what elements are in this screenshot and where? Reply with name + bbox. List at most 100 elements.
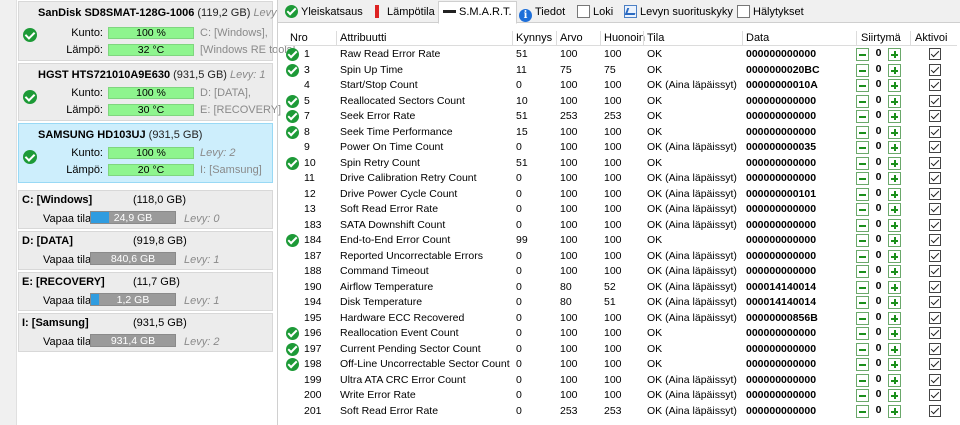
table-row[interactable]: 200 Write Error Rate 0 100 100 OK (Aina läpäi… — [284, 388, 957, 404]
activate-checkbox[interactable] — [929, 141, 941, 153]
plus-icon[interactable] — [888, 141, 901, 154]
activate-checkbox[interactable] — [929, 342, 941, 355]
table-row[interactable]: 198 Off-Line Uncorrectable Sector Count 0 1… — [284, 357, 957, 373]
plus-icon[interactable] — [888, 373, 901, 387]
table-row[interactable]: 196 Reallocation Event Count 0 100 100 OK 0000… — [284, 326, 957, 342]
minus-icon[interactable] — [856, 141, 869, 154]
table-row[interactable]: 3 Spin Up Time 11 75 75 OK 0000000020BC 0 — [284, 63, 957, 79]
table-row[interactable]: 12 Drive Power Cycle Count 0 100 100 OK (Aina… — [284, 187, 957, 203]
minus-icon[interactable] — [856, 218, 869, 232]
activate-checkbox[interactable] — [929, 249, 941, 262]
minus-icon[interactable] — [856, 311, 869, 325]
col-header-nro[interactable]: Nro — [290, 32, 308, 44]
partition-item-2[interactable]: E: [RECOVERY] (11,7 GB) Vapaa tila 1,2 G… — [18, 272, 273, 311]
table-row[interactable]: 13 Soft Read Error Rate 0 100 100 OK (Aina lä… — [284, 202, 957, 218]
minus-icon[interactable] — [856, 265, 869, 278]
table-row[interactable]: 184 End-to-End Error Count 99 100 100 OK 00000… — [284, 233, 957, 249]
col-header-attribute[interactable]: Attribuutti — [340, 32, 386, 44]
plus-icon[interactable] — [888, 48, 901, 61]
table-row[interactable]: 10 Spin Retry Count 51 100 100 OK 000000000000… — [284, 156, 957, 172]
table-row[interactable]: 5 Reallocated Sectors Count 10 100 100 OK 0000… — [284, 94, 957, 110]
minus-icon[interactable] — [856, 373, 869, 387]
activate-checkbox[interactable] — [929, 389, 941, 401]
partition-item-1[interactable]: D: [DATA] (919,8 GB) Vapaa tila 840,6 GB… — [18, 231, 273, 270]
tab-info[interactable]: i Tiedot — [514, 1, 570, 22]
activate-checkbox[interactable] — [929, 48, 941, 60]
table-row[interactable]: 11 Drive Calibration Retry Count 0 100 100 OK… — [284, 171, 957, 187]
minus-icon[interactable] — [856, 110, 869, 123]
partition-item-0[interactable]: C: [Windows] (118,0 GB) Vapaa tila 24,9 … — [18, 190, 273, 229]
table-row[interactable]: 187 Reported Uncorrectable Errors 0 100 100 O… — [284, 249, 957, 265]
table-row[interactable]: 8 Seek Time Performance 15 100 100 OK 00000000… — [284, 125, 957, 141]
activate-checkbox[interactable] — [929, 234, 941, 246]
plus-icon[interactable] — [888, 342, 901, 356]
activate-checkbox[interactable] — [929, 125, 941, 138]
activate-checkbox[interactable] — [929, 203, 941, 215]
activate-checkbox[interactable] — [929, 156, 941, 169]
activate-checkbox[interactable] — [929, 327, 941, 339]
plus-icon[interactable] — [888, 234, 901, 247]
plus-icon[interactable] — [888, 94, 901, 108]
plus-icon[interactable] — [888, 358, 901, 371]
plus-icon[interactable] — [888, 389, 901, 402]
plus-icon[interactable] — [888, 327, 901, 340]
minus-icon[interactable] — [856, 48, 869, 61]
plus-icon[interactable] — [888, 125, 901, 139]
minus-icon[interactable] — [856, 187, 869, 201]
col-header-status[interactable]: Tila — [647, 32, 664, 44]
plus-icon[interactable] — [888, 187, 901, 201]
activate-checkbox[interactable] — [929, 63, 941, 76]
table-row[interactable]: 7 Seek Error Rate 51 253 253 OK 000000000000 0 — [284, 109, 957, 125]
plus-icon[interactable] — [888, 79, 901, 92]
minus-icon[interactable] — [856, 156, 869, 170]
plus-icon[interactable] — [888, 156, 901, 170]
table-row[interactable]: 199 Ultra ATA CRC Error Count 0 100 100 OK (A… — [284, 373, 957, 389]
tab-alerts[interactable]: Hälytykset — [732, 1, 809, 22]
col-header-worst[interactable]: Huonoin — [604, 32, 645, 44]
table-row[interactable]: 201 Soft Read Error Rate 0 253 253 OK (Aina l… — [284, 404, 957, 420]
activate-checkbox[interactable] — [929, 358, 941, 370]
minus-icon[interactable] — [856, 389, 869, 402]
table-row[interactable]: 197 Current Pending Sector Count 0 100 100 OK… — [284, 342, 957, 358]
vertical-scrollbar[interactable] — [0, 0, 17, 425]
disk-item-0[interactable]: SanDisk SD8SMAT-128G-1006 (119,2 GB) Lev… — [18, 1, 295, 61]
minus-icon[interactable] — [856, 125, 869, 139]
minus-icon[interactable] — [856, 203, 869, 216]
activate-checkbox[interactable] — [929, 296, 941, 308]
table-row[interactable]: 190 Airflow Temperature 0 80 52 OK (Aina läpä… — [284, 280, 957, 296]
activate-checkbox[interactable] — [929, 172, 941, 184]
minus-icon[interactable] — [856, 327, 869, 340]
activate-checkbox[interactable] — [929, 94, 941, 107]
partition-item-3[interactable]: I: [Samsung] (931,5 GB) Vapaa tila 931,4… — [18, 313, 273, 352]
minus-icon[interactable] — [856, 280, 869, 294]
plus-icon[interactable] — [888, 63, 901, 77]
activate-checkbox[interactable] — [929, 218, 941, 231]
plus-icon[interactable] — [888, 296, 901, 309]
minus-icon[interactable] — [856, 249, 869, 263]
table-row[interactable]: 183 SATA Downshift Count 0 100 100 OK (Aina l… — [284, 218, 957, 234]
minus-icon[interactable] — [856, 234, 869, 247]
col-header-threshold[interactable]: Kynnys — [516, 32, 552, 44]
col-header-value[interactable]: Arvo — [560, 32, 583, 44]
activate-checkbox[interactable] — [929, 110, 941, 122]
plus-icon[interactable] — [888, 311, 901, 325]
col-header-data[interactable]: Data — [746, 32, 769, 44]
table-row[interactable]: 4 Start/Stop Count 0 100 100 OK (Aina läpäiss… — [284, 78, 957, 94]
minus-icon[interactable] — [856, 358, 869, 371]
table-row[interactable]: 195 Hardware ECC Recovered 0 100 100 OK (Aina… — [284, 311, 957, 327]
tab-temperature[interactable]: Lämpötila — [366, 1, 440, 22]
minus-icon[interactable] — [856, 296, 869, 309]
col-header-shift[interactable]: Siirtymä — [861, 32, 901, 44]
table-row[interactable]: 188 Command Timeout 0 100 100 OK (Aina läpäis… — [284, 264, 957, 280]
table-row[interactable]: 194 Disk Temperature 0 80 51 OK (Aina läpäiss… — [284, 295, 957, 311]
plus-icon[interactable] — [888, 249, 901, 263]
minus-icon[interactable] — [856, 342, 869, 356]
activate-checkbox[interactable] — [929, 187, 941, 200]
plus-icon[interactable] — [888, 265, 901, 278]
tab-performance[interactable]: Levyn suorituskyky — [619, 1, 738, 22]
plus-icon[interactable] — [888, 280, 901, 294]
tab-smart[interactable]: S.M.A.R.T. — [438, 1, 517, 24]
activate-checkbox[interactable] — [929, 79, 941, 91]
minus-icon[interactable] — [856, 79, 869, 92]
table-row[interactable]: 1 Raw Read Error Rate 51 100 100 OK 0000000000… — [284, 47, 957, 63]
